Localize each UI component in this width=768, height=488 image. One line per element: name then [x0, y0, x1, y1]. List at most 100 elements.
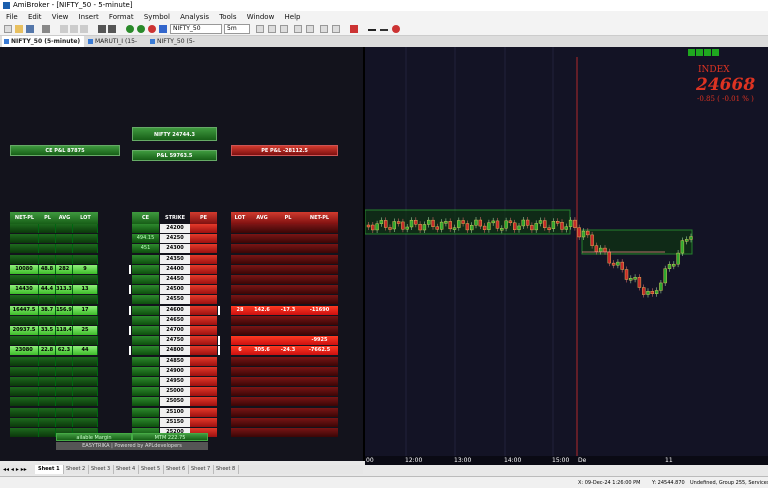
chart-btn-4[interactable]	[712, 49, 719, 56]
refresh-icon[interactable]	[159, 25, 167, 33]
ce-price-cell[interactable]	[132, 326, 159, 335]
bar-chart-icon[interactable]	[268, 25, 276, 33]
menu-help[interactable]: Help	[285, 13, 301, 21]
pe-price-cell[interactable]	[190, 234, 217, 244]
symbol-select[interactable]: NIFTY_50	[170, 24, 222, 34]
menu-edit[interactable]: Edit	[28, 13, 42, 21]
ce-price-cell[interactable]	[132, 407, 159, 417]
stop-icon[interactable]	[148, 25, 156, 33]
pe-price-cell[interactable]	[190, 366, 217, 376]
pe-price-cell[interactable]	[190, 275, 217, 284]
interval-select[interactable]: 5m	[224, 24, 250, 34]
ce-price-cell[interactable]	[132, 254, 159, 264]
ce-price-cell[interactable]	[132, 285, 159, 295]
ce-price-cell[interactable]: 494.15	[132, 234, 159, 244]
line-icon[interactable]	[368, 29, 376, 31]
pe-price-cell[interactable]	[190, 356, 217, 366]
ce-price-cell[interactable]	[132, 346, 159, 356]
sheet-tab-8[interactable]: Sheet 8	[213, 465, 240, 474]
ce-price-cell[interactable]	[132, 315, 159, 325]
ce-price-cell[interactable]	[132, 387, 159, 397]
pe-price-cell[interactable]	[190, 264, 217, 274]
ce-price-cell[interactable]	[132, 417, 159, 427]
pe-price-cell[interactable]	[190, 285, 217, 295]
price-chart[interactable]: INDEX 24668 -0.85 ( -0.01 % )	[364, 47, 768, 461]
delete-icon[interactable]	[392, 25, 400, 33]
menu-analysis[interactable]: Analysis	[180, 13, 209, 21]
pe-price-cell[interactable]	[190, 397, 217, 407]
nav-arrows-icon[interactable]: ◂◂ ◂ ▸ ▸▸	[3, 465, 27, 474]
copy-icon[interactable]	[70, 25, 78, 33]
pe-price-cell[interactable]	[190, 295, 217, 305]
ce-price-cell[interactable]	[132, 305, 159, 315]
pe-price-cell[interactable]	[190, 305, 217, 315]
sheet-tab-1[interactable]: Sheet 1	[35, 465, 64, 474]
candle-icon[interactable]	[280, 25, 288, 33]
grid-icon[interactable]	[320, 25, 328, 33]
pe-price-cell[interactable]	[190, 407, 217, 417]
paste-icon[interactable]	[80, 25, 88, 33]
ce-price-cell[interactable]	[132, 366, 159, 376]
redo-icon[interactable]	[108, 25, 116, 33]
sheet-label: Sheet 6	[166, 466, 186, 472]
back-icon[interactable]	[126, 25, 134, 33]
pe-price-cell[interactable]	[190, 336, 217, 346]
print-icon[interactable]	[42, 25, 50, 33]
ce-price-cell[interactable]: 451	[132, 244, 159, 254]
cut-icon[interactable]	[60, 25, 68, 33]
pe-price-cell[interactable]	[190, 346, 217, 356]
save-icon[interactable]	[26, 25, 34, 33]
sheet-tab-4[interactable]: Sheet 4	[113, 465, 140, 474]
pe-price-cell[interactable]	[190, 254, 217, 264]
menu-symbol[interactable]: Symbol	[144, 13, 170, 21]
pe-position-cell: 142.6	[249, 305, 275, 315]
pe-price-cell[interactable]	[190, 244, 217, 254]
chart-btn-1[interactable]	[688, 49, 695, 56]
pe-price-cell[interactable]	[190, 224, 217, 233]
pe-price-cell[interactable]	[190, 417, 217, 427]
menu-insert[interactable]: Insert	[79, 13, 99, 21]
tab-nifty-5min-2[interactable]: NIFTY_50 (5-minute)	[148, 36, 214, 56]
chart-btn-2[interactable]	[696, 49, 703, 56]
menu-file[interactable]: File	[6, 13, 18, 21]
pe-price-cell[interactable]	[190, 315, 217, 325]
tab-maruti-15min[interactable]: MARUTI_I (15-minute)	[86, 36, 146, 56]
zoom-icon[interactable]	[294, 25, 302, 33]
pe-price-cell[interactable]	[190, 377, 217, 386]
pe-price-cell[interactable]	[190, 326, 217, 335]
sheet-tab-5[interactable]: Sheet 5	[138, 465, 165, 474]
crosshair-icon[interactable]	[306, 25, 314, 33]
sheet-tab-2[interactable]: Sheet 2	[63, 465, 90, 474]
ce-price-cell[interactable]	[132, 356, 159, 366]
candle	[427, 219, 431, 225]
ce-price-cell[interactable]	[132, 397, 159, 407]
ce-price-cell[interactable]	[132, 275, 159, 284]
candle	[500, 228, 504, 231]
ce-price-cell[interactable]	[132, 264, 159, 274]
menu-format[interactable]: Format	[109, 13, 134, 21]
layout-icon[interactable]	[332, 25, 340, 33]
chart-btn-3[interactable]	[704, 49, 711, 56]
ce-price-cell[interactable]	[132, 377, 159, 386]
menu-window[interactable]: Window	[247, 13, 275, 21]
pe-price-cell[interactable]	[190, 387, 217, 397]
new-icon[interactable]	[4, 25, 12, 33]
color-icon[interactable]	[350, 25, 358, 33]
undo-icon[interactable]	[98, 25, 106, 33]
menu-tools[interactable]: Tools	[219, 13, 236, 21]
strike-cell: 24900	[160, 366, 190, 376]
sheet-tab-7[interactable]: Sheet 7	[188, 465, 215, 474]
ce-price-cell[interactable]	[132, 336, 159, 346]
pen-icon[interactable]	[380, 29, 388, 31]
ce-price-cell[interactable]	[132, 295, 159, 305]
tab-nifty-5min[interactable]: NIFTY_50 (5-minute)	[2, 36, 84, 47]
chart-icon[interactable]	[256, 25, 264, 33]
pe-position-cell: 305.6	[249, 346, 275, 356]
ce-price-cell[interactable]	[132, 224, 159, 233]
open-icon[interactable]	[15, 25, 23, 33]
sheet-tab-3[interactable]: Sheet 3	[88, 465, 115, 474]
menu-view[interactable]: View	[52, 13, 69, 21]
sheet-tab-6[interactable]: Sheet 6	[163, 465, 190, 474]
forward-icon[interactable]	[137, 25, 145, 33]
candle	[517, 225, 521, 230]
